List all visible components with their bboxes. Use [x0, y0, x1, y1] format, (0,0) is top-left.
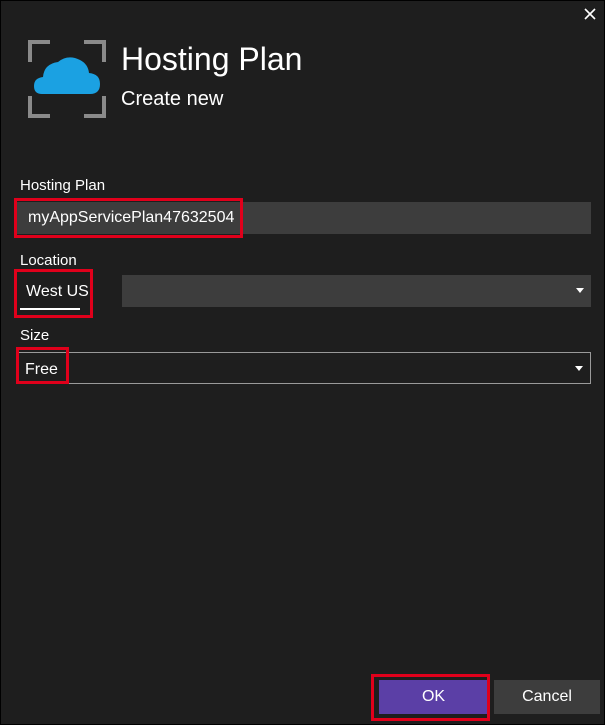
hosting-plan-dialog: Hosting Plan Create new Hosting Plan myA… — [0, 0, 605, 725]
location-select[interactable]: West US — [16, 275, 591, 310]
dialog-title: Hosting Plan — [121, 41, 303, 77]
hosting-plan-value: myAppServicePlan47632504 — [28, 209, 235, 226]
location-value: West US — [26, 283, 89, 300]
hosting-plan-label: Hosting Plan — [20, 177, 106, 194]
hosting-plan-input[interactable]: myAppServicePlan47632504 — [16, 202, 591, 234]
location-label: Location — [20, 252, 77, 269]
location-focus-underline — [20, 308, 80, 310]
chevron-down-icon — [576, 288, 584, 293]
cloud-icon — [28, 40, 106, 118]
chevron-down-icon — [575, 366, 583, 371]
close-icon — [584, 8, 596, 20]
ok-button[interactable]: OK — [379, 680, 488, 714]
size-value: Free — [25, 361, 58, 378]
size-label: Size — [20, 327, 50, 344]
size-select[interactable]: Free — [16, 352, 591, 384]
close-button[interactable] — [582, 6, 598, 22]
cancel-button[interactable]: Cancel — [494, 680, 600, 714]
dialog-subtitle: Create new — [121, 88, 224, 110]
